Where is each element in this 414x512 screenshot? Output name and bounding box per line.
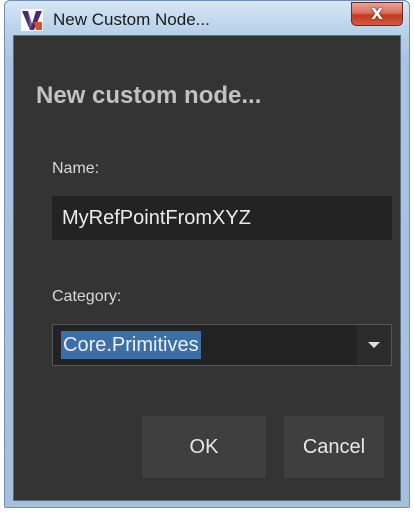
name-input[interactable]: MyRefPointFromXYZ — [52, 196, 392, 240]
category-dropdown-button[interactable] — [357, 325, 391, 365]
dialog-heading: New custom node... — [36, 82, 262, 109]
close-icon: X — [371, 5, 383, 23]
dialog-window: New Custom Node... X New custom node... … — [4, 0, 410, 508]
ok-button[interactable]: OK — [142, 416, 266, 478]
category-select[interactable]: Core.Primitives — [52, 324, 392, 366]
window-title: New Custom Node... — [53, 10, 210, 29]
chevron-down-icon — [368, 342, 380, 348]
dynamo-app-icon — [21, 9, 43, 31]
category-label: Category: — [52, 288, 122, 305]
close-button[interactable]: X — [351, 2, 403, 26]
dialog-body: New custom node... Name: MyRefPointFromX… — [13, 35, 401, 501]
cancel-button[interactable]: Cancel — [284, 416, 384, 478]
category-selected-value[interactable]: Core.Primitives — [61, 331, 201, 359]
title-bar[interactable]: New Custom Node... X — [5, 1, 409, 35]
name-label: Name: — [52, 160, 100, 177]
